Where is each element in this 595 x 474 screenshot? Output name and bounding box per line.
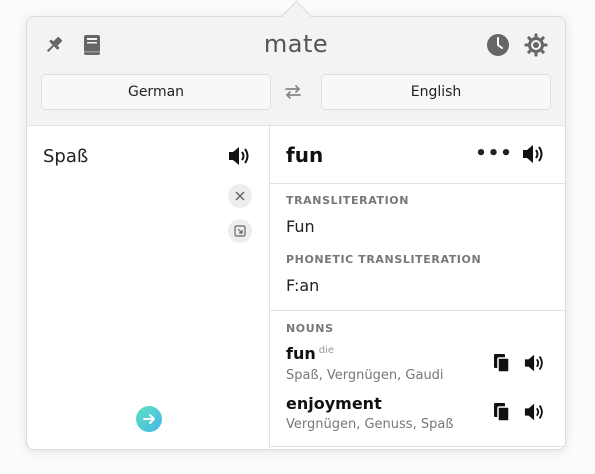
swap-icon[interactable] [282, 81, 304, 103]
target-language-button[interactable]: English [321, 74, 551, 110]
more-options-button[interactable]: ••• [475, 143, 512, 164]
divider [270, 446, 565, 447]
phonetic-label: PHONETIC TRANSLITERATION [286, 253, 482, 266]
noun-synonyms: Vergnügen, Genuss, Spaß [286, 417, 454, 432]
copy-icon[interactable] [492, 402, 512, 422]
paste-icon [234, 225, 246, 237]
noun-synonyms: Spaß, Vergnügen, Gaudi [286, 368, 444, 383]
source-speaker-icon[interactable] [226, 142, 254, 170]
clear-button[interactable] [228, 184, 252, 208]
close-icon [235, 191, 245, 201]
noun-article: die [318, 344, 335, 356]
result-pane: fun ••• TRANSLITERATION Fun PHONETIC TRA… [270, 126, 565, 449]
source-pane: Spaß [27, 126, 270, 449]
arrow-right-icon [143, 414, 155, 424]
source-language-button[interactable]: German [41, 74, 271, 110]
history-clock-icon[interactable] [485, 32, 511, 58]
paste-button[interactable] [228, 219, 252, 243]
nouns-label: NOUNS [286, 322, 334, 335]
source-text-input[interactable]: Spaß [43, 146, 88, 167]
copy-icon[interactable] [492, 353, 512, 373]
noun-word: enjoyment [286, 394, 382, 413]
transliteration-value: Fun [286, 217, 315, 236]
translation-speaker-icon[interactable] [520, 140, 548, 168]
translate-button[interactable] [136, 406, 162, 432]
settings-gear-icon[interactable] [523, 32, 549, 58]
noun-speaker-icon[interactable] [521, 349, 549, 377]
transliteration-label: TRANSLITERATION [286, 194, 410, 207]
header: mate German English [27, 17, 565, 126]
divider [270, 183, 565, 184]
translation-text: fun [286, 143, 324, 167]
noun-word: fun die [286, 344, 335, 363]
phonetic-value: F:an [286, 276, 320, 295]
noun-speaker-icon[interactable] [521, 398, 549, 426]
translator-popover: mate German English Spaß fun ••• TRANSLI… [26, 16, 566, 450]
divider [270, 310, 565, 311]
